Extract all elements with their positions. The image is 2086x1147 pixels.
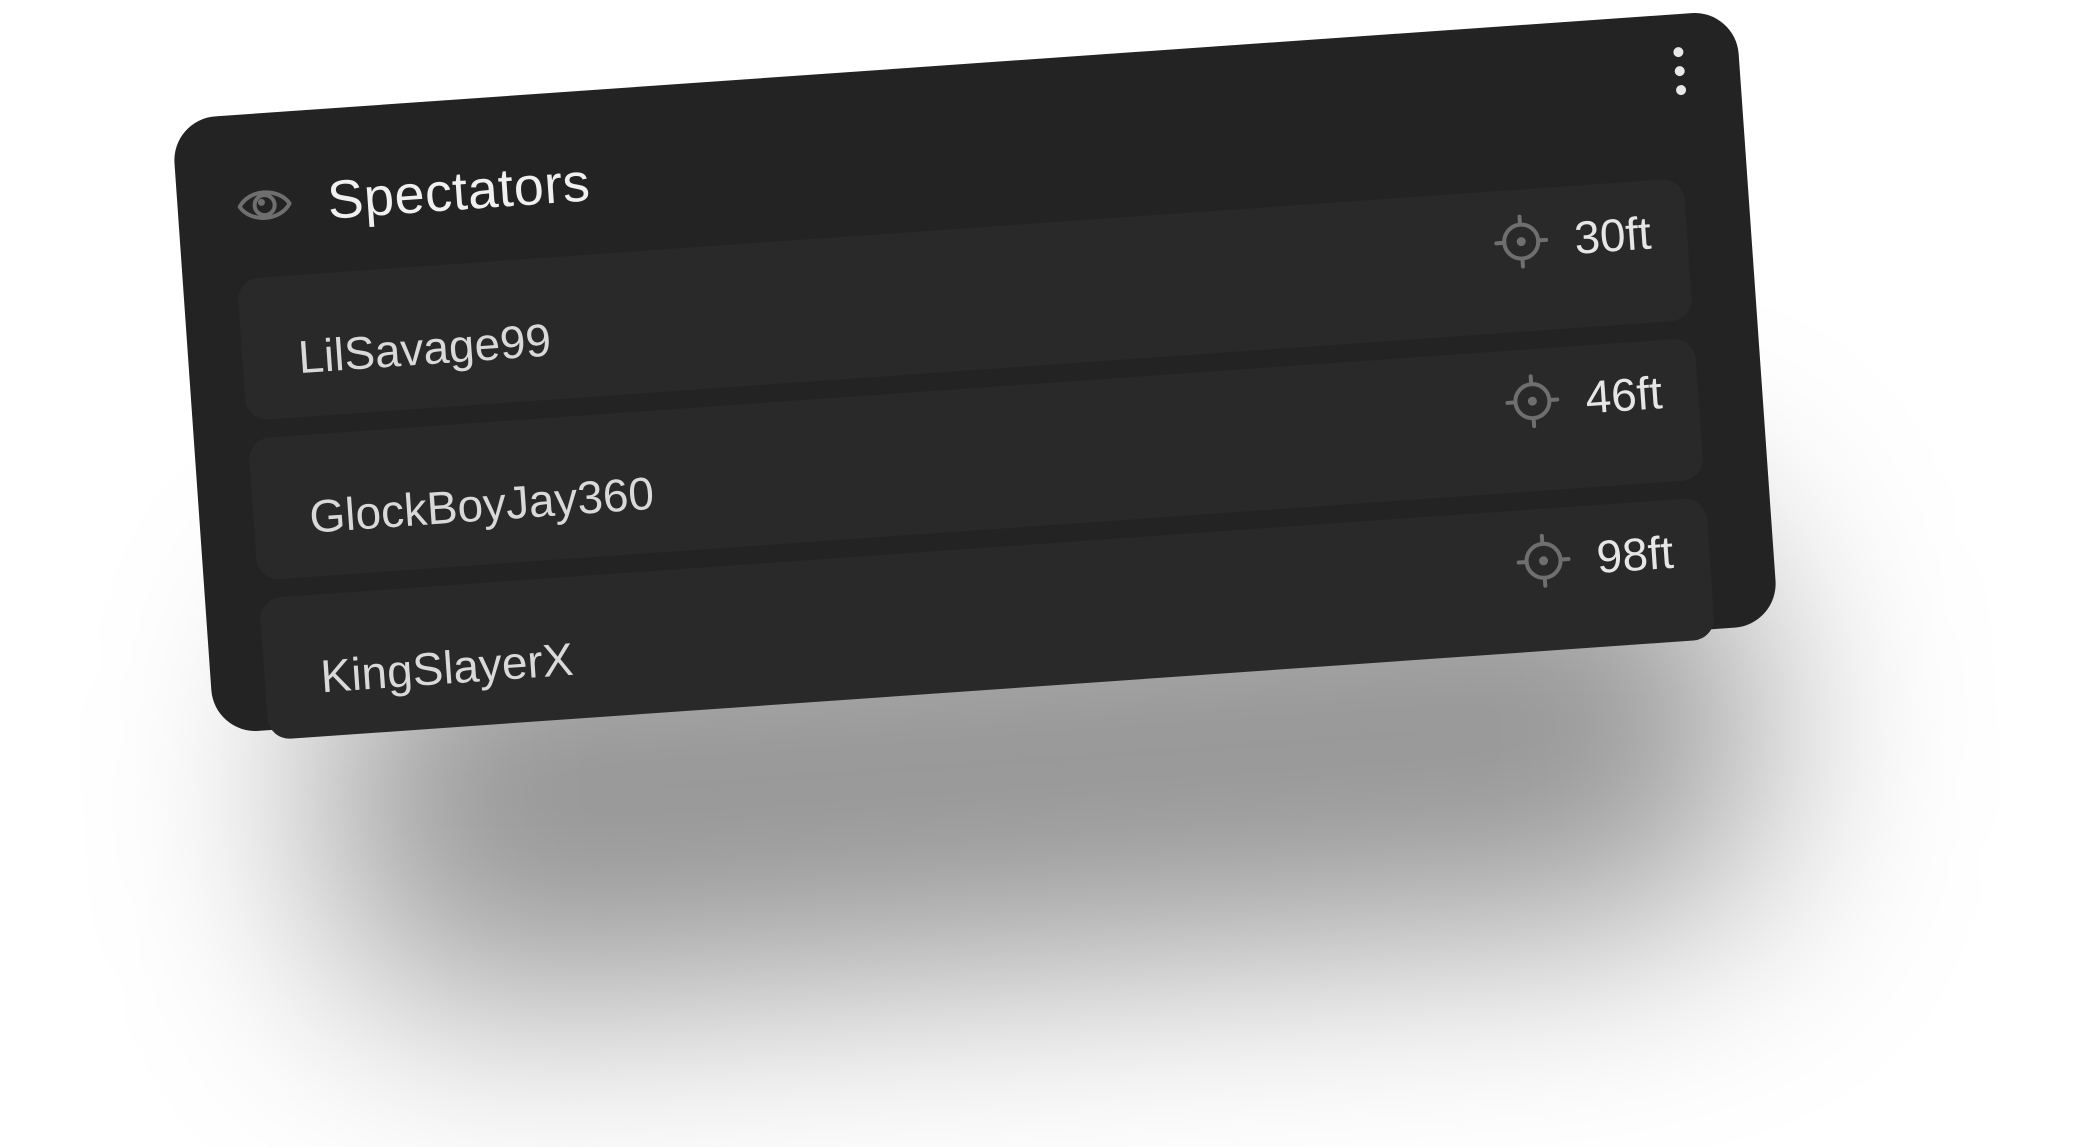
page-title: Spectators [325, 152, 593, 231]
crosshair-icon [1504, 372, 1562, 430]
more-vertical-icon-dot-2 [1674, 65, 1686, 77]
spectators-panel: Spectators LilSavage99 30ft GlockBoyJay3… [171, 10, 1779, 741]
spectator-distance-group: 46ft [1504, 365, 1664, 430]
more-vertical-icon [1673, 46, 1684, 58]
spectator-name: LilSavage99 [296, 313, 553, 384]
more-vertical-icon-dot-3 [1675, 84, 1687, 96]
more-options-button[interactable] [1657, 33, 1702, 110]
crosshair-icon [1493, 213, 1551, 271]
spectator-name: KingSlayerX [318, 632, 575, 703]
crosshair-icon [1515, 532, 1573, 590]
spectator-distance-group: 98ft [1515, 525, 1675, 590]
spectator-distance: 30ft [1572, 206, 1653, 264]
eye-icon [234, 174, 296, 236]
stage: Spectators LilSavage99 30ft GlockBoyJay3… [0, 0, 2086, 1147]
spectator-distance-group: 30ft [1493, 206, 1653, 271]
spectator-distance: 98ft [1594, 525, 1676, 584]
spectator-name: GlockBoyJay360 [307, 466, 656, 543]
spectator-distance: 46ft [1583, 366, 1664, 424]
